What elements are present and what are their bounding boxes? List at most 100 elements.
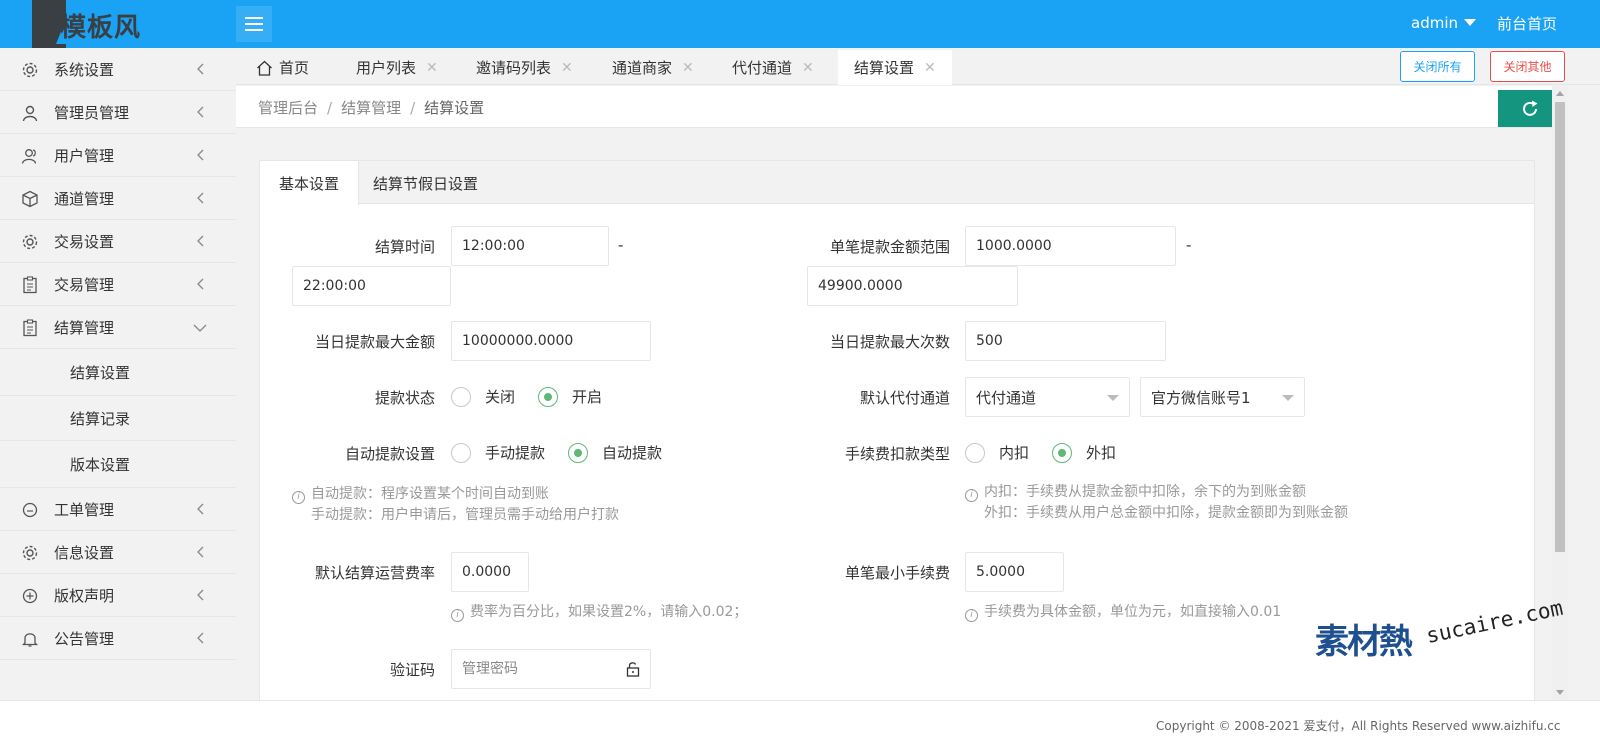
logo[interactable]: 模板风 (32, 0, 172, 48)
refresh-icon (1522, 100, 1537, 116)
scroll-down-arrow-icon[interactable] (1556, 690, 1564, 695)
radio-circle (965, 442, 985, 463)
chevron-left-icon (197, 192, 204, 204)
settle-time-start-input[interactable] (451, 226, 609, 266)
withdraw-max-input[interactable] (807, 266, 1018, 306)
default-channel-label: 默认代付通道 (859, 389, 950, 407)
breadcrumb-current: 结算设置 (424, 99, 485, 117)
close-icon[interactable]: ✕ (802, 60, 814, 76)
sidebar-subitem-settle-records[interactable]: 结算记录 (0, 396, 236, 441)
tab-basic-settings[interactable]: 基本设置 (260, 161, 360, 205)
chevron-down-icon (193, 324, 207, 332)
dropdown-arrow-icon (1282, 395, 1294, 401)
sidebar-item-trade-settings[interactable]: 交易设置 (0, 220, 236, 263)
chevron-left-icon (197, 278, 204, 290)
withdraw-status-off-radio[interactable]: 关闭 (451, 386, 515, 407)
sidebar-subitem-version[interactable]: 版本设置 (0, 441, 236, 488)
range-dash: - (618, 236, 624, 254)
chevron-left-icon (197, 63, 204, 75)
tab-user-list[interactable]: 用户列表 ✕ (356, 50, 438, 85)
footer: Copyright © 2008-2021 爱支付，All Rights Res… (0, 700, 1600, 745)
close-icon[interactable]: ✕ (426, 60, 438, 76)
sidebar-item-trade-manage[interactable]: 交易管理 (0, 263, 236, 306)
manual-withdraw-radio[interactable]: 手动提款 (451, 442, 545, 463)
auto-withdraw-radio[interactable]: 自动提款 (568, 442, 662, 463)
circle-dots-icon (22, 502, 38, 518)
gear-icon (22, 62, 38, 78)
tab-settle-settings[interactable]: 结算设置 ✕ (838, 50, 952, 85)
tab-channel-merchants[interactable]: 通道商家 ✕ (612, 50, 694, 85)
chevron-left-icon (197, 106, 204, 118)
breadcrumb-separator: / (410, 99, 416, 117)
hamburger-icon (245, 17, 263, 31)
bell-icon (21, 633, 39, 647)
sidebar-item-admin[interactable]: 管理员管理 (0, 91, 236, 134)
min-fee-label: 单笔最小手续费 (844, 564, 950, 582)
user-icon (22, 105, 38, 122)
close-other-tabs-button[interactable]: 关闭其他 (1490, 51, 1565, 82)
fee-type-tip: i 内扣：手续费从提款金额中扣除，余下的为到账金额 外扣：手续费从用户总金额中扣除… (965, 482, 1348, 524)
radio-circle (451, 442, 471, 463)
min-fee-tip: i 手续费为具体金额，单位为元，如直接输入0.01 (965, 602, 1281, 623)
info-icon: i (965, 609, 978, 622)
tab-payout-channel[interactable]: 代付通道 ✕ (732, 50, 814, 85)
frontend-home-link[interactable]: 前台首页 (1497, 13, 1557, 34)
sidebar-subitem-settle-settings[interactable]: 结算设置 (0, 349, 236, 396)
top-header: 模板风 admin 前台首页 (0, 0, 1600, 48)
page-tabs: 首页 用户列表 ✕ 邀请码列表 ✕ 通道商家 ✕ 代付通道 ✕ 结算设置 ✕ 关闭所有 关… (236, 48, 1600, 85)
settle-time-end-input[interactable] (292, 266, 451, 306)
scroll-up-arrow-icon[interactable] (1556, 91, 1564, 96)
fee-internal-radio[interactable]: 内扣 (965, 442, 1029, 463)
default-rate-input[interactable] (451, 552, 529, 592)
sidebar-item-channels[interactable]: 通道管理 (0, 177, 236, 220)
auto-withdraw-label: 自动提款设置 (344, 445, 435, 463)
chevron-left-icon (197, 632, 204, 644)
withdraw-status-on-radio[interactable]: 开启 (538, 386, 602, 407)
auto-withdraw-tip: i 自动提款：程序设置某个时间自动到账 手动提款：用户申请后，管理员需手动给用户打… (292, 484, 619, 526)
chevron-left-icon (197, 149, 204, 161)
tab-invite-codes[interactable]: 邀请码列表 ✕ (476, 50, 573, 85)
sidebar-item-users[interactable]: 用户管理 (0, 134, 236, 177)
info-icon: i (451, 609, 464, 622)
breadcrumb-item[interactable]: 管理后台 (258, 99, 318, 117)
sidebar-item-settlement[interactable]: 结算管理 (0, 306, 236, 349)
radio-circle (1052, 442, 1072, 463)
captcha-password-input[interactable] (451, 649, 651, 689)
radio-circle (568, 442, 588, 463)
captcha-label: 验证码 (389, 661, 435, 679)
chevron-left-icon (197, 235, 204, 247)
dropdown-arrow-icon (1107, 395, 1119, 401)
default-account-select[interactable]: 官方微信账号1 (1140, 377, 1305, 417)
sidebar-item-copyright[interactable]: 版权声明 (0, 574, 236, 617)
close-icon[interactable]: ✕ (561, 60, 573, 76)
tab-holiday-settings[interactable]: 结算节假日设置 (373, 161, 478, 205)
chevron-left-icon (197, 589, 204, 601)
daily-max-count-input[interactable] (965, 321, 1166, 361)
close-icon[interactable]: ✕ (924, 60, 936, 76)
chevron-left-icon (197, 546, 204, 558)
fee-external-radio[interactable]: 外扣 (1052, 442, 1116, 463)
sidebar-item-system[interactable]: 系统设置 (0, 48, 236, 91)
scroll-thumb[interactable] (1555, 102, 1565, 552)
users-icon (21, 149, 37, 164)
close-icon[interactable]: ✕ (682, 60, 694, 76)
breadcrumb-item[interactable]: 结算管理 (341, 99, 401, 117)
clipboard-icon (23, 319, 37, 337)
sidebar-item-tickets[interactable]: 工单管理 (0, 488, 236, 531)
breadcrumb-separator: / (327, 99, 333, 117)
min-fee-input[interactable] (965, 552, 1064, 592)
daily-max-amount-input[interactable] (451, 321, 651, 361)
breadcrumb: 管理后台 / 结算管理 / 结算设置 (258, 97, 484, 118)
refresh-button[interactable] (1498, 90, 1552, 127)
user-menu[interactable]: admin (1411, 14, 1476, 32)
menu-toggle-button[interactable] (236, 6, 272, 42)
close-all-tabs-button[interactable]: 关闭所有 (1400, 51, 1475, 82)
tab-home[interactable]: 首页 (256, 50, 309, 85)
withdraw-min-input[interactable] (965, 226, 1176, 266)
user-name: admin (1411, 14, 1458, 32)
sidebar-item-info-settings[interactable]: 信息设置 (0, 531, 236, 574)
range-dash: - (1186, 236, 1192, 254)
default-rate-tip: i 费率为百分比，如果设置2%，请输入0.02； (451, 602, 747, 623)
sidebar-item-announcements[interactable]: 公告管理 (0, 617, 236, 660)
default-channel-select[interactable]: 代付通道 (965, 377, 1130, 417)
